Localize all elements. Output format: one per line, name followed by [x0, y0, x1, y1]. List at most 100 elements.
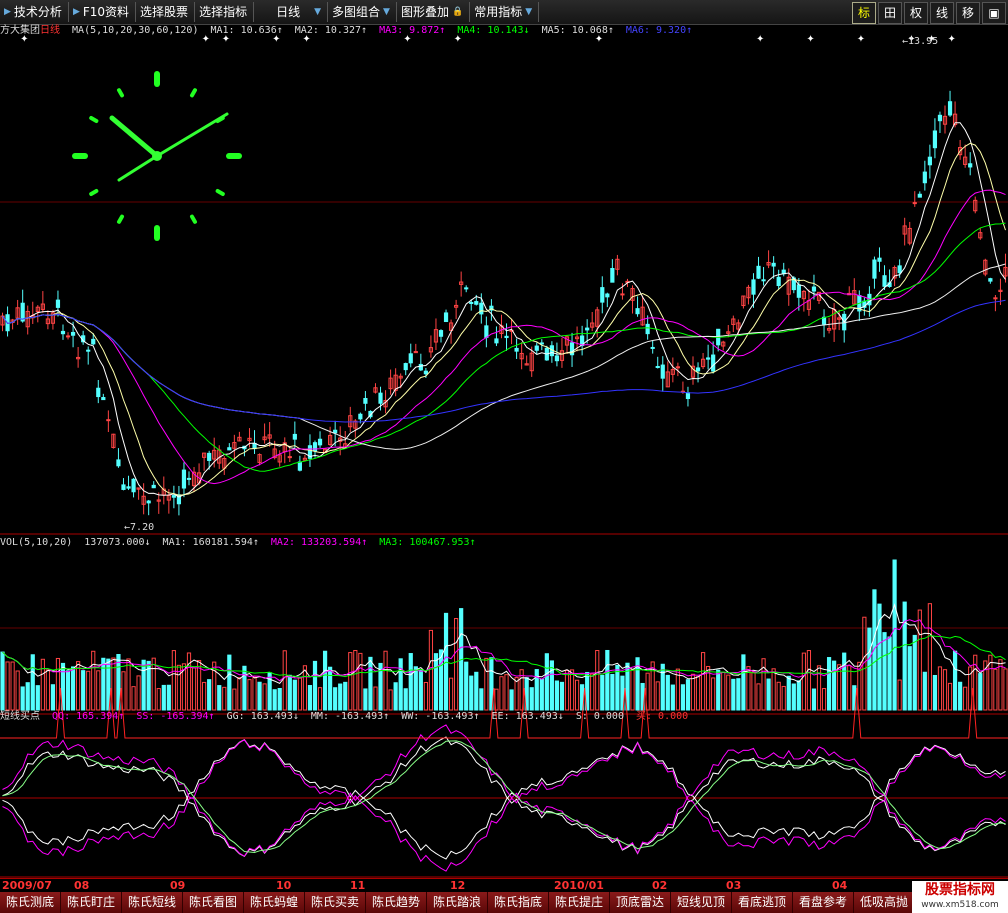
- candle-body: [605, 293, 610, 298]
- volume-bar: [5, 661, 10, 711]
- date-label: 2009/07: [2, 879, 52, 892]
- tab-chen-trend[interactable]: 陈氏趋势: [366, 892, 427, 913]
- tab-chen-wave[interactable]: 陈氏踏浪: [427, 892, 488, 913]
- candle-body: [317, 438, 323, 446]
- dropdown-arrow-icon: ▼: [525, 7, 533, 17]
- volume-bar: [887, 636, 892, 711]
- tab-short-top[interactable]: 短线见顶: [671, 892, 732, 913]
- volume-bar: [600, 674, 605, 711]
- candle-body: [333, 429, 338, 434]
- event-marker: ✦: [857, 34, 865, 45]
- tab-chen-lift[interactable]: 陈氏提庄: [549, 892, 610, 913]
- candle-body: [968, 163, 973, 168]
- volume-bar: [937, 666, 943, 711]
- volume-bar: [70, 666, 76, 711]
- tab-chen-index-bottom[interactable]: 陈氏指底: [488, 892, 549, 913]
- tab-chen-chart[interactable]: 陈氏看图: [183, 892, 244, 913]
- tab-chen-trade[interactable]: 陈氏买卖: [305, 892, 366, 913]
- move-button[interactable]: 移: [956, 2, 980, 24]
- ma1-value: MA1: 10.636↑: [210, 25, 283, 36]
- indicator-line: [2, 738, 1006, 860]
- tab-top-bottom-radar[interactable]: 顶底雷达: [610, 892, 671, 913]
- tab-chen-leech[interactable]: 陈氏蚂蝗: [244, 892, 305, 913]
- volume-bar: [131, 686, 136, 711]
- volume-bar: [262, 683, 267, 711]
- volume-bar: [20, 686, 25, 711]
- candle-body: [227, 447, 232, 451]
- tab-chen-short[interactable]: 陈氏短线: [122, 892, 183, 913]
- menu-arrow-icon: ▶: [72, 7, 80, 17]
- candle-body: [70, 331, 76, 336]
- window-button[interactable]: ▣: [982, 2, 1006, 24]
- line-button[interactable]: 线: [930, 2, 954, 24]
- select-indicator-button[interactable]: 选择指标: [195, 2, 255, 22]
- volume-bar: [474, 671, 479, 711]
- volume-bar: [902, 601, 907, 711]
- volume-bar: [307, 685, 313, 711]
- date-label: 11: [350, 879, 366, 892]
- volume-bar: [665, 674, 670, 711]
- volume-bar: [655, 681, 660, 711]
- dropdown-arrow-icon: ▼: [314, 7, 322, 17]
- moving-average-lines: [2, 122, 1006, 498]
- mark-button[interactable]: 标: [852, 2, 876, 24]
- volume-bar: [776, 681, 781, 711]
- kline-chart-area[interactable]: ✦ ✦ ✦ ✦ ✦ ✦ ✦ ✦ ✦ ✦ ✦ ✦✦ ✦: [0, 24, 1008, 878]
- clock-tick: [89, 189, 99, 196]
- volume-bar: [574, 679, 580, 711]
- volume-bar: [927, 603, 932, 711]
- candle-body: [438, 330, 444, 337]
- volume-bar: [171, 650, 176, 711]
- volume-bar: [267, 672, 272, 711]
- volume-bar: [312, 660, 318, 711]
- candle-body: [116, 459, 121, 467]
- common-indicator-dropdown[interactable]: 常用指标 ▼: [470, 2, 540, 22]
- volume-bar: [539, 678, 544, 711]
- volume-bar: [826, 657, 832, 711]
- tab-chen-bottom[interactable]: 陈氏测底: [0, 892, 61, 913]
- volume-bar: [443, 612, 449, 711]
- tab-bottom-escape[interactable]: 看底逃顶: [732, 892, 793, 913]
- candle-body: [287, 456, 292, 459]
- candle-body: [363, 397, 368, 404]
- tab-chen-watch[interactable]: 陈氏盯庄: [61, 892, 122, 913]
- volume-bar: [761, 658, 766, 711]
- low-price-label: ←7.20: [124, 522, 155, 533]
- date-label: 10: [276, 879, 292, 892]
- candle-body: [181, 469, 187, 489]
- tab-watch-reference[interactable]: 看盘参考: [793, 892, 854, 913]
- volume-bar: [353, 649, 358, 711]
- volume-bar: [322, 650, 328, 711]
- volume-bar: [156, 688, 161, 711]
- volume-bar: [227, 654, 232, 711]
- multi-chart-dropdown[interactable]: 多图组合 ▼: [328, 2, 397, 22]
- indicator-name: 短线买点: [0, 711, 40, 722]
- candle-body: [146, 500, 151, 504]
- tab-buy-low-sell-high[interactable]: 低吸高抛: [854, 892, 915, 913]
- ma2-value: MA2: 10.327↑: [294, 25, 368, 36]
- candle-body: [927, 156, 932, 166]
- volume-bar: [630, 668, 635, 711]
- volume-bar: [136, 675, 141, 711]
- select-stock-button[interactable]: 选择股票: [136, 2, 196, 22]
- volume-bar: [207, 679, 212, 711]
- rights-button[interactable]: 权: [904, 2, 928, 24]
- overlay-dropdown[interactable]: 图形叠加 🔒: [397, 2, 471, 22]
- candle-body: [585, 327, 590, 331]
- grid-button[interactable]: 田: [878, 2, 902, 24]
- volume-bar: [191, 667, 197, 711]
- volume-bar: [101, 657, 106, 711]
- volume-bar: [91, 650, 96, 711]
- volume-bar: [348, 652, 353, 711]
- volume-bar: [690, 673, 696, 711]
- volume-bar: [504, 674, 509, 711]
- volume-bar: [222, 686, 227, 711]
- volume-bar: [469, 675, 474, 711]
- period-dropdown[interactable]: 日线 ▼: [254, 2, 329, 22]
- volume-bar: [736, 678, 741, 711]
- tech-analysis-button[interactable]: ▶ 技术分析: [0, 2, 69, 22]
- candle-body: [610, 268, 615, 283]
- candle-body: [776, 276, 781, 287]
- volume-bar: [448, 677, 454, 711]
- f10-button[interactable]: ▶ F10资料: [69, 2, 137, 22]
